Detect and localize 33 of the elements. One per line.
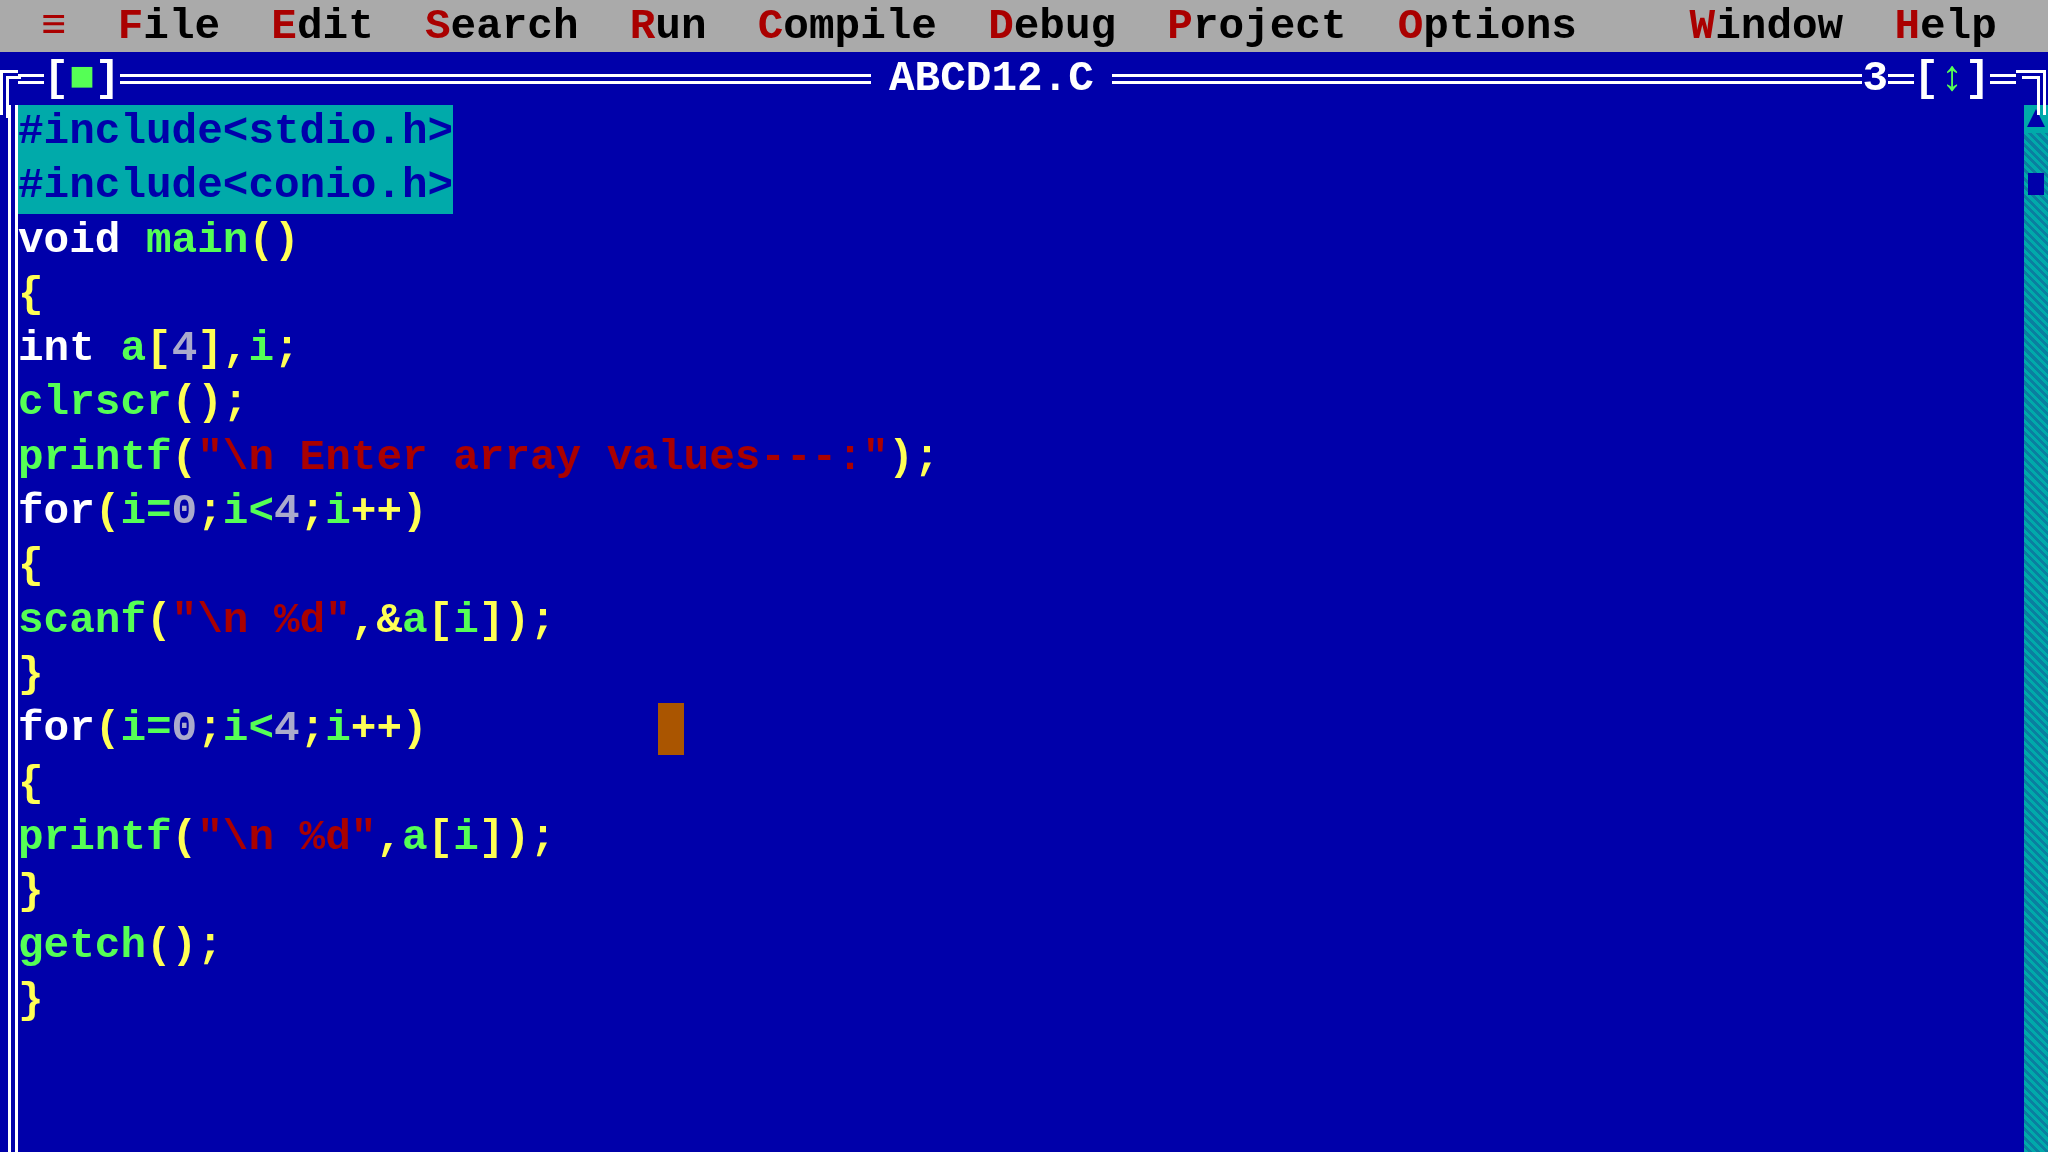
menu-item[interactable]: Help [1894,1,1997,51]
code-line: scanf("\n %d",&a[i]); [18,594,556,647]
menu-item[interactable]: Options [1397,1,1577,51]
code-line: } [18,866,44,919]
scroll-thumb[interactable] [2028,173,2044,195]
code-line: int a[4],i; [18,323,300,376]
code-line: clrscr(); [18,377,249,430]
code-line: { [18,757,44,810]
menu-item[interactable]: Window [1689,1,1844,51]
window-number: 3 [1862,54,1888,103]
frame-line [1888,73,1914,84]
code-line: } [18,648,44,701]
code-line: printf("\n Enter array values---:"); [18,431,940,484]
frame-line [18,73,44,84]
menu-item[interactable]: Edit [271,1,374,51]
menu-item[interactable]: Search [424,1,579,51]
code-line: void main() [18,214,300,267]
menu-item[interactable]: Compile [757,1,937,51]
window-title: ABCD12.C [888,54,1095,103]
menu-item[interactable]: Project [1167,1,1347,51]
close-button[interactable]: [■] [43,54,121,103]
code-line: } [18,974,44,1027]
code-line: getch(); [18,920,223,973]
menu-item[interactable]: File [117,1,221,51]
frame-line [1990,73,2016,84]
zoom-button[interactable]: [↕] [1913,54,1991,103]
code-line: { [18,268,44,321]
menu-item[interactable]: Run [629,1,707,51]
menu-item[interactable]: Debug [988,1,1117,51]
code-line: for(i=0;i<4;i++) [18,703,428,756]
code-line: printf("\n %d",a[i]); [18,811,556,864]
code-line: for(i=0;i<4;i++) [18,486,428,539]
code-line: { [18,540,44,593]
